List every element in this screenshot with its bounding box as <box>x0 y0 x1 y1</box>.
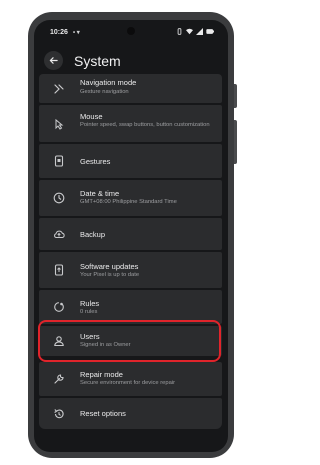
settings-item-label: Reset options <box>80 409 126 418</box>
settings-item-subtitle: Pointer speed, swap buttons, button cust… <box>80 122 210 128</box>
settings-item-label: Backup <box>80 230 106 239</box>
settings-item-subtitle: 0 rules <box>80 309 98 315</box>
settings-item-repair-mode[interactable]: Repair mode Secure environment for devic… <box>39 362 222 396</box>
screen: 10:26 • ▾ System Navigation mode Gesture… <box>34 20 228 452</box>
settings-item-label: Software updates <box>80 262 139 271</box>
settings-item-mouse[interactable]: Mouse Pointer speed, swap buttons, butto… <box>39 105 222 142</box>
settings-item-rules[interactable]: Rules 0 rules <box>39 290 222 324</box>
settings-item-label: Gestures <box>80 157 111 166</box>
settings-item-software-updates[interactable]: Software updates Your Pixel is up to dat… <box>39 252 222 288</box>
reset-icon <box>54 408 64 418</box>
rules-icon <box>54 302 64 312</box>
power-button <box>234 84 237 108</box>
navigation-icon <box>54 83 64 94</box>
settings-item-subtitle: Secure environment for device repair <box>80 380 176 386</box>
settings-list: Navigation mode Gesture navigation Mouse… <box>34 20 228 452</box>
settings-item-date-time[interactable]: Date & time GMT+08:00 Philippine Standar… <box>39 180 222 216</box>
settings-item-backup[interactable]: Backup <box>39 218 222 250</box>
settings-item-subtitle: Your Pixel is up to date <box>80 272 140 278</box>
settings-item-reset-options[interactable]: Reset options <box>39 398 222 429</box>
settings-item-navigation-mode[interactable]: Navigation mode Gesture navigation <box>39 74 222 103</box>
settings-item-subtitle: GMT+08:00 Philippine Standard Time <box>80 199 177 205</box>
settings-item-label: Date & time <box>80 189 120 198</box>
settings-item-label: Rules <box>80 299 100 308</box>
settings-item-gestures[interactable]: Gestures <box>39 144 222 178</box>
highlight-box <box>38 320 221 362</box>
volume-button <box>234 120 237 164</box>
gestures-icon <box>54 155 64 167</box>
software-update-icon <box>54 264 64 276</box>
settings-item-label: Navigation mode <box>80 78 137 87</box>
mouse-icon <box>55 118 64 130</box>
settings-item-label: Repair mode <box>80 370 123 379</box>
settings-item-label: Mouse <box>80 112 103 121</box>
backup-icon <box>54 230 65 238</box>
settings-item-subtitle: Gesture navigation <box>80 89 129 95</box>
clock-icon <box>53 192 65 204</box>
repair-icon <box>54 374 64 384</box>
